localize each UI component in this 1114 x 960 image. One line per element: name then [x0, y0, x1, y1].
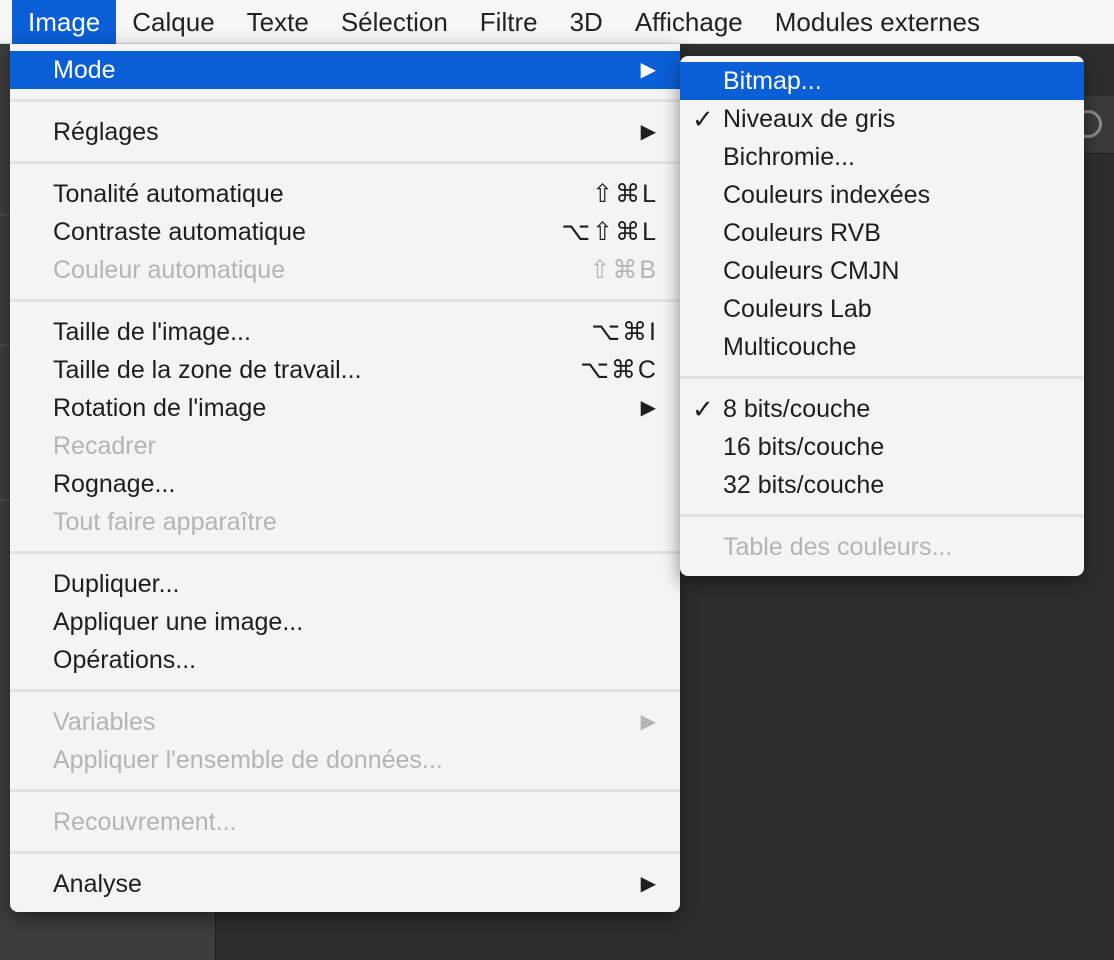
- submenu-item-16-bits[interactable]: 16 bits/couche: [680, 428, 1084, 466]
- submenu-item-table-des-couleurs: Table des couleurs...: [680, 528, 1084, 566]
- menu-separator: [680, 504, 1084, 528]
- menu-item-label: Rotation de l'image: [53, 394, 267, 422]
- menu-item-label: Taille de l'image...: [53, 318, 251, 346]
- menu-item-label: Taille de la zone de travail...: [53, 356, 362, 384]
- menu-item-appliquer-image[interactable]: Appliquer une image...: [10, 603, 680, 641]
- checkmark-icon: ✓: [692, 394, 714, 424]
- submenu-item-couleurs-indexees[interactable]: Couleurs indexées: [680, 176, 1084, 214]
- menu-item-taille-zone-travail[interactable]: Taille de la zone de travail... ⌥⌘C: [10, 351, 680, 389]
- menu-item-label: Couleurs RVB: [723, 219, 881, 247]
- menu-item-label: Couleurs CMJN: [723, 257, 900, 285]
- menu-item-label: Dupliquer...: [53, 570, 180, 598]
- menu-item-recadrer: Recadrer: [10, 427, 680, 465]
- menu-item-tonalite-automatique[interactable]: Tonalité automatique ⇧⌘L: [10, 175, 680, 213]
- menubar-selection[interactable]: Sélection: [325, 0, 464, 44]
- menubar-filtre[interactable]: Filtre: [464, 0, 554, 44]
- mode-submenu: Bitmap... ✓ Niveaux de gris Bichromie...…: [680, 56, 1084, 576]
- submenu-arrow-icon: ▶: [640, 121, 656, 143]
- menu-separator: [10, 841, 680, 865]
- menu-item-reglages[interactable]: Réglages ▶: [10, 113, 680, 151]
- submenu-item-8-bits[interactable]: ✓ 8 bits/couche: [680, 390, 1084, 428]
- submenu-arrow-icon: ▶: [640, 397, 656, 419]
- submenu-item-multicouche[interactable]: Multicouche: [680, 328, 1084, 366]
- submenu-item-couleurs-rvb[interactable]: Couleurs RVB: [680, 214, 1084, 252]
- menu-separator: [10, 289, 680, 313]
- submenu-item-niveaux-de-gris[interactable]: ✓ Niveaux de gris: [680, 100, 1084, 138]
- menubar-3d[interactable]: 3D: [554, 0, 619, 44]
- submenu-item-bichromie[interactable]: Bichromie...: [680, 138, 1084, 176]
- menu-item-label: Réglages: [53, 118, 159, 146]
- shortcut-label: ⌥⌘I: [591, 318, 658, 346]
- menu-item-label: Recouvrement...: [53, 808, 237, 836]
- menu-separator: [10, 541, 680, 565]
- menu-item-recouvrement: Recouvrement...: [10, 803, 680, 841]
- menubar-modules-externes[interactable]: Modules externes: [759, 0, 996, 44]
- menu-item-label: Tonalité automatique: [53, 180, 284, 208]
- menu-bar: Image Calque Texte Sélection Filtre 3D A…: [0, 0, 1114, 44]
- image-menu: Mode ▶ Réglages ▶ Tonalité automatique ⇧…: [10, 44, 680, 912]
- menu-item-label: Appliquer l'ensemble de données...: [53, 746, 443, 774]
- submenu-item-couleurs-lab[interactable]: Couleurs Lab: [680, 290, 1084, 328]
- menu-item-dupliquer[interactable]: Dupliquer...: [10, 565, 680, 603]
- menu-item-label: Table des couleurs...: [723, 533, 953, 561]
- menu-item-taille-image[interactable]: Taille de l'image... ⌥⌘I: [10, 313, 680, 351]
- menu-item-label: 16 bits/couche: [723, 433, 885, 461]
- submenu-arrow-icon: ▶: [640, 59, 656, 81]
- menu-item-label: Recadrer: [53, 432, 156, 460]
- menu-item-tout-faire-apparaitre: Tout faire apparaître: [10, 503, 680, 541]
- checkmark-icon: ✓: [692, 104, 714, 134]
- menubar-affichage[interactable]: Affichage: [619, 0, 759, 44]
- submenu-item-32-bits[interactable]: 32 bits/couche: [680, 466, 1084, 504]
- submenu-arrow-icon: ▶: [640, 873, 656, 895]
- menu-item-appliquer-ensemble-donnees: Appliquer l'ensemble de données...: [10, 741, 680, 779]
- menu-item-label: Bitmap...: [723, 67, 822, 95]
- menu-item-rognage[interactable]: Rognage...: [10, 465, 680, 503]
- shortcut-label: ⌥⌘C: [580, 356, 658, 384]
- menu-item-label: Couleur automatique: [53, 256, 286, 284]
- menu-item-label: Analyse: [53, 870, 142, 898]
- shortcut-label: ⇧⌘B: [589, 256, 658, 284]
- menu-item-label: Appliquer une image...: [53, 608, 304, 636]
- menu-item-label: Couleurs Lab: [723, 295, 872, 323]
- menu-item-label: Variables: [53, 708, 156, 736]
- menubar-calque[interactable]: Calque: [116, 0, 230, 44]
- menu-item-label: 32 bits/couche: [723, 471, 885, 499]
- submenu-item-couleurs-cmjn[interactable]: Couleurs CMJN: [680, 252, 1084, 290]
- menu-item-label: Multicouche: [723, 333, 857, 361]
- menu-item-rotation-image[interactable]: Rotation de l'image ▶: [10, 389, 680, 427]
- menu-item-label: Couleurs indexées: [723, 181, 931, 209]
- menu-item-label: Niveaux de gris: [723, 105, 896, 133]
- menubar-texte[interactable]: Texte: [231, 0, 325, 44]
- menubar-image[interactable]: Image: [12, 0, 117, 44]
- menu-separator: [10, 89, 680, 113]
- menu-separator: [10, 679, 680, 703]
- menu-item-label: Bichromie...: [723, 143, 855, 171]
- submenu-item-bitmap[interactable]: Bitmap...: [680, 62, 1084, 100]
- menu-separator: [10, 779, 680, 803]
- menu-item-label: Contraste automatique: [53, 218, 306, 246]
- menu-separator: [10, 151, 680, 175]
- menu-item-couleur-automatique: Couleur automatique ⇧⌘B: [10, 251, 680, 289]
- menu-separator: [680, 366, 1084, 390]
- menu-item-label: Tout faire apparaître: [53, 508, 277, 536]
- menu-item-label: 8 bits/couche: [723, 395, 871, 423]
- menu-item-operations[interactable]: Opérations...: [10, 641, 680, 679]
- menu-item-contraste-automatique[interactable]: Contraste automatique ⌥⇧⌘L: [10, 213, 680, 251]
- menu-item-label: Rognage...: [53, 470, 176, 498]
- menu-item-mode[interactable]: Mode ▶: [10, 51, 680, 89]
- menu-item-label: Opérations...: [53, 646, 197, 674]
- shortcut-label: ⇧⌘L: [592, 180, 658, 208]
- submenu-arrow-icon: ▶: [640, 711, 656, 733]
- menu-item-label: Mode: [53, 56, 116, 84]
- menu-item-variables: Variables ▶: [10, 703, 680, 741]
- menu-item-analyse[interactable]: Analyse ▶: [10, 865, 680, 903]
- shortcut-label: ⌥⇧⌘L: [561, 218, 658, 246]
